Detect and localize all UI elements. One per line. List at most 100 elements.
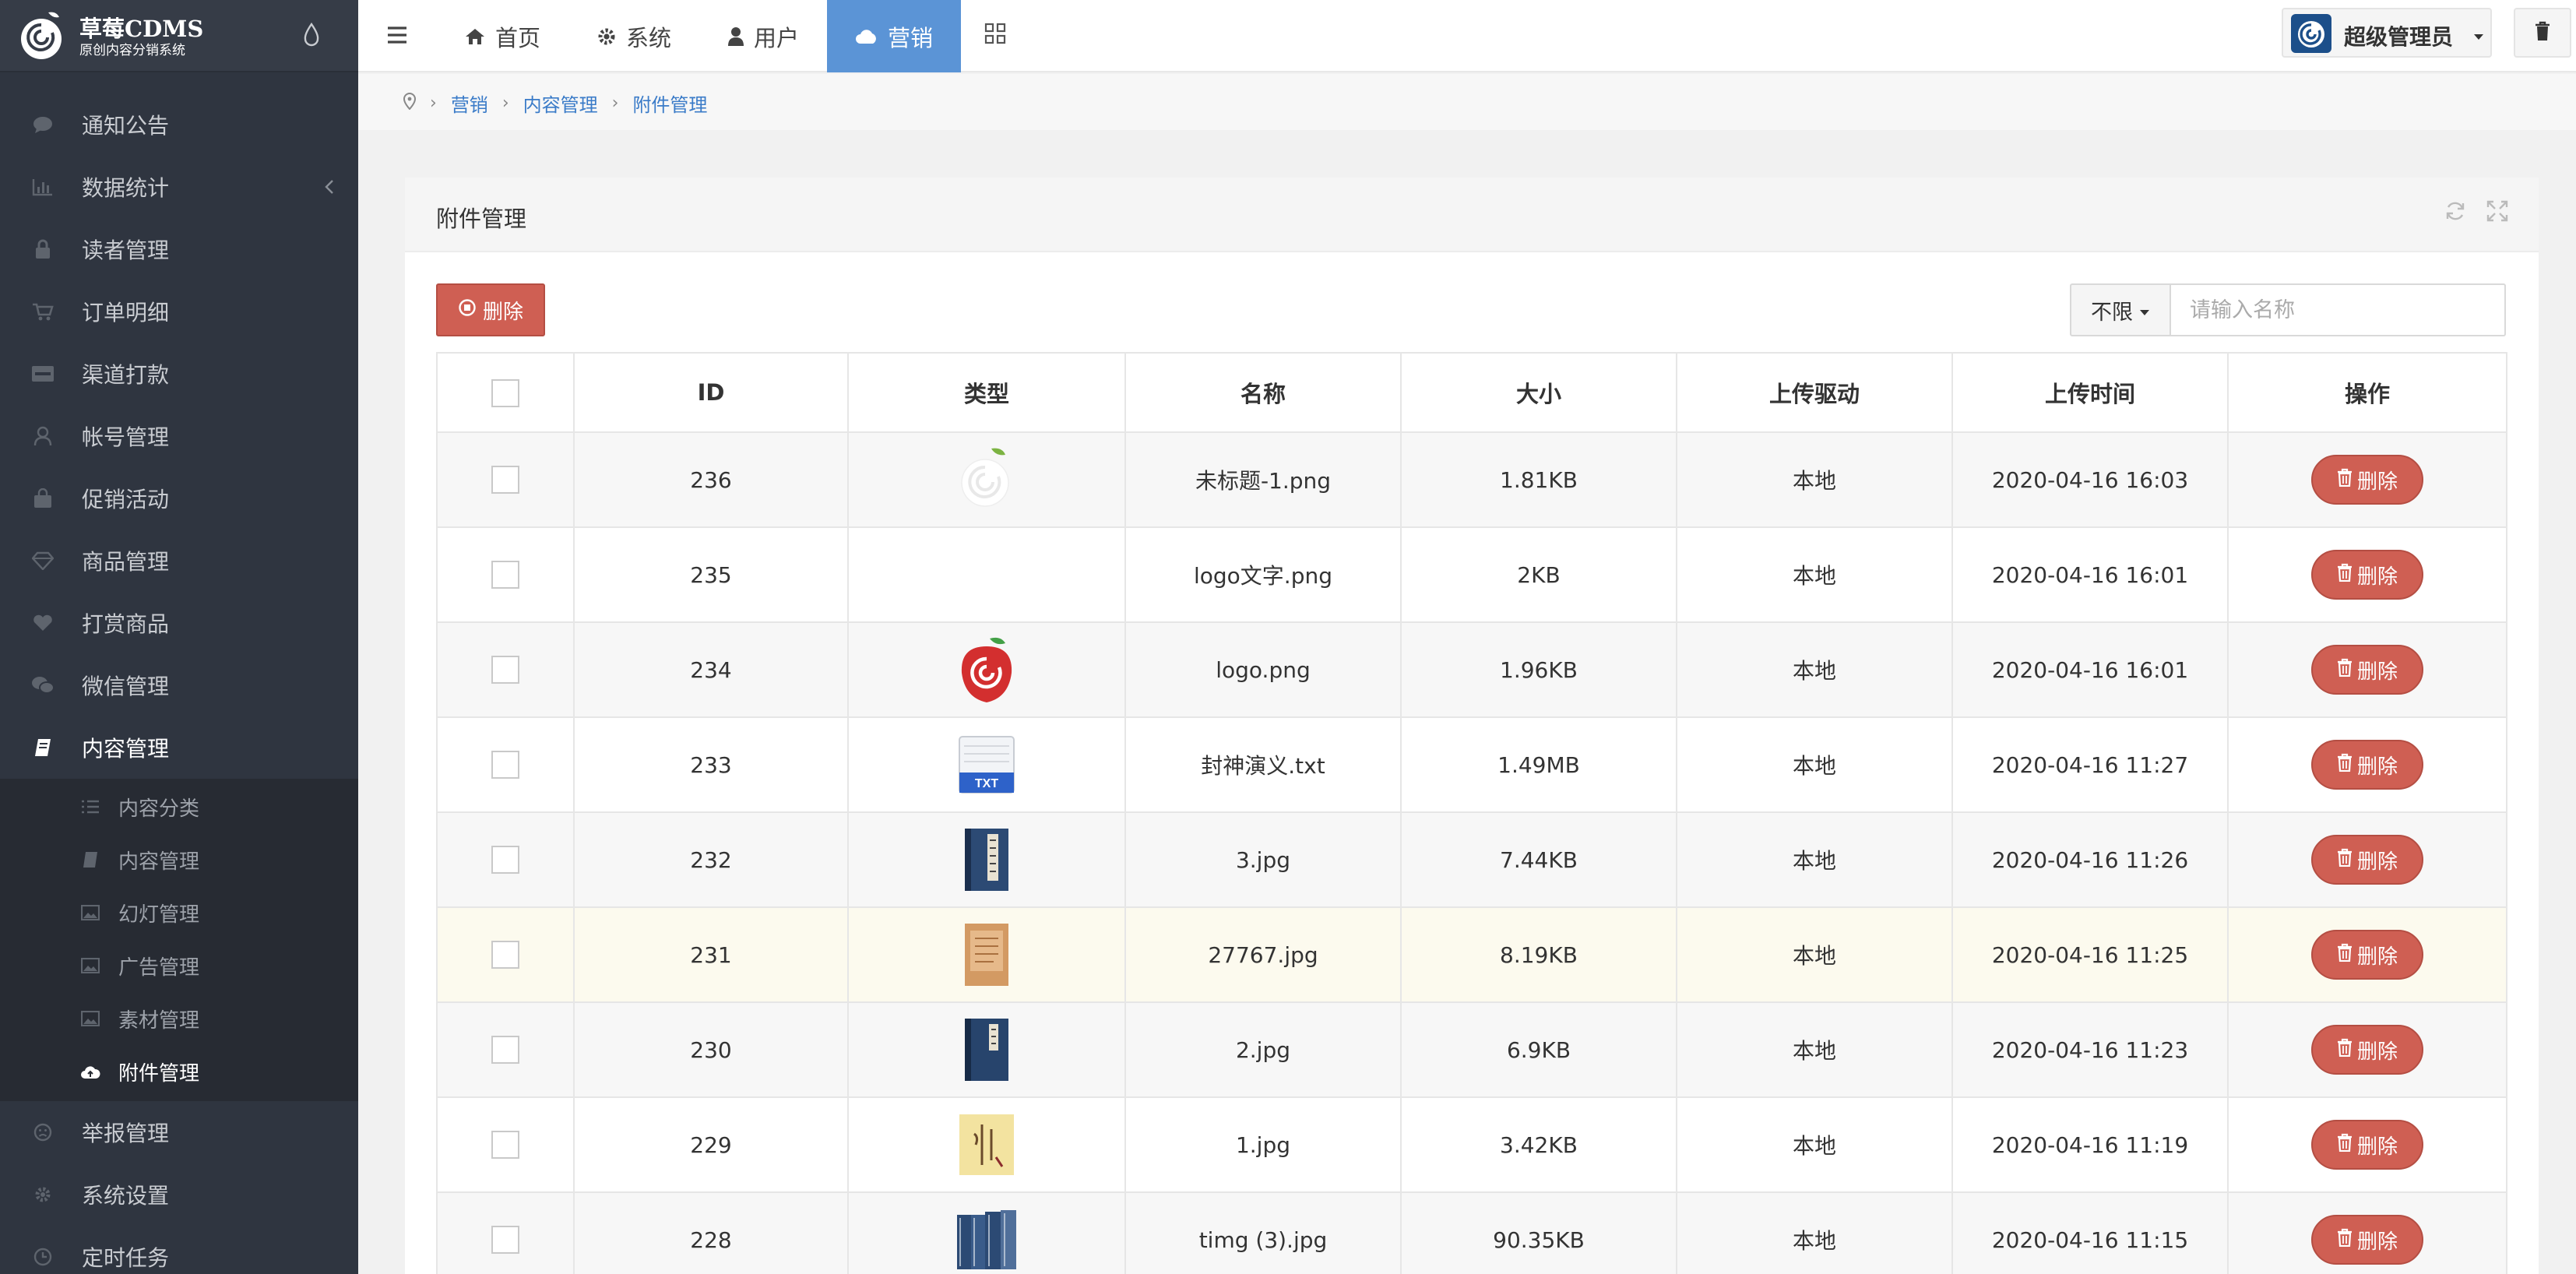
cell-id: 228 bbox=[573, 1191, 849, 1274]
cell-time: 2020-04-16 11:25 bbox=[1951, 906, 2229, 1003]
sidebar-subitem-content-manage[interactable]: 内容管理 bbox=[0, 833, 358, 886]
row-checkbox[interactable] bbox=[491, 1131, 519, 1159]
sidebar-item-wechat[interactable]: 微信管理 bbox=[0, 654, 358, 716]
user-menu-button[interactable]: 超级管理员 bbox=[2282, 8, 2492, 58]
water-drop-icon[interactable] bbox=[302, 22, 321, 48]
row-delete-button[interactable]: 删除 bbox=[2311, 1120, 2423, 1170]
row-checkbox[interactable] bbox=[491, 466, 519, 494]
breadcrumb-link-content[interactable]: 内容管理 bbox=[523, 90, 598, 117]
sidebar-item-products[interactable]: 商品管理 bbox=[0, 530, 358, 592]
trash-icon bbox=[2337, 943, 2353, 967]
clear-cache-button[interactable] bbox=[2514, 8, 2571, 58]
row-delete-button[interactable]: 删除 bbox=[2311, 1215, 2423, 1265]
column-header-action: 操作 bbox=[2227, 352, 2507, 433]
sidebar-item-tips[interactable]: 打赏商品 bbox=[0, 592, 358, 654]
sidebar-subitem-ads[interactable]: 广告管理 bbox=[0, 939, 358, 992]
sidebar-subitem-slides[interactable]: 幻灯管理 bbox=[0, 886, 358, 939]
nav-tab-marketing[interactable]: 营销 bbox=[827, 0, 962, 72]
menu-toggle-icon[interactable] bbox=[386, 25, 410, 45]
row-select-cell bbox=[436, 716, 575, 813]
sidebar-item-reports[interactable]: 举报管理 bbox=[0, 1101, 358, 1163]
cell-name: 3.jpg bbox=[1124, 811, 1402, 908]
sidebar-item-promotions[interactable]: 促销活动 bbox=[0, 467, 358, 530]
comment-icon bbox=[31, 114, 55, 135]
row-delete-label: 删除 bbox=[2356, 850, 2398, 874]
row-delete-label: 删除 bbox=[2356, 470, 2398, 494]
column-header-id: ID bbox=[573, 352, 849, 433]
row-delete-label: 删除 bbox=[2356, 1230, 2398, 1254]
sidebar-item-statistics[interactable]: 数据统计 bbox=[0, 156, 358, 218]
sidebar-subitem-content-category[interactable]: 内容分类 bbox=[0, 780, 358, 833]
row-delete-label: 删除 bbox=[2356, 1135, 2398, 1159]
fullscreen-icon[interactable] bbox=[2486, 199, 2509, 226]
refresh-icon[interactable] bbox=[2444, 199, 2467, 226]
sidebar-item-orders[interactable]: 订单明细 bbox=[0, 280, 358, 343]
cell-size: 1.49MB bbox=[1400, 716, 1677, 813]
sidebar-item-settings[interactable]: 系统设置 bbox=[0, 1163, 358, 1226]
cell-driver: 本地 bbox=[1676, 526, 1953, 623]
row-checkbox[interactable] bbox=[491, 751, 519, 779]
nav-tab-label: 首页 bbox=[495, 24, 541, 51]
filter-select[interactable]: 不限 bbox=[2070, 283, 2171, 336]
sidebar-item-accounts[interactable]: 帐号管理 bbox=[0, 405, 358, 467]
user-icon bbox=[31, 425, 55, 447]
sidebar-subitem-attachments[interactable]: 附件管理 bbox=[0, 1045, 358, 1098]
cell-driver: 本地 bbox=[1676, 1191, 1953, 1274]
cell-action: 删除 bbox=[2227, 431, 2507, 528]
row-delete-button[interactable]: 删除 bbox=[2311, 930, 2423, 980]
bulk-delete-label: 删除 bbox=[482, 300, 523, 324]
row-delete-button[interactable]: 删除 bbox=[2311, 740, 2423, 790]
row-checkbox[interactable] bbox=[491, 846, 519, 874]
sidebar-item-content[interactable]: 内容管理 bbox=[0, 716, 358, 779]
cell-time: 2020-04-16 11:15 bbox=[1951, 1191, 2229, 1274]
search-input[interactable] bbox=[2171, 283, 2506, 336]
select-all-checkbox[interactable] bbox=[491, 378, 519, 407]
book-set-thumbnail bbox=[957, 1210, 1016, 1269]
wechat-icon bbox=[31, 674, 55, 696]
row-delete-button[interactable]: 删除 bbox=[2311, 550, 2423, 600]
cell-name: 27767.jpg bbox=[1124, 906, 1402, 1003]
cell-time: 2020-04-16 16:01 bbox=[1951, 621, 2229, 718]
breadcrumb-link-attachments[interactable]: 附件管理 bbox=[632, 90, 707, 117]
cell-size: 7.44KB bbox=[1400, 811, 1677, 908]
avatar bbox=[2291, 14, 2331, 53]
txt-icon-label: TXT bbox=[975, 777, 998, 790]
home-icon bbox=[464, 27, 486, 46]
cloud-upload-icon bbox=[80, 1062, 100, 1081]
sidebar-subitem-label: 内容管理 bbox=[118, 850, 200, 874]
cell-time: 2020-04-16 11:27 bbox=[1951, 716, 2229, 813]
row-checkbox[interactable] bbox=[491, 561, 519, 589]
row-delete-button[interactable]: 删除 bbox=[2311, 645, 2423, 695]
nav-tab-home[interactable]: 首页 bbox=[436, 0, 568, 72]
visa-card-icon bbox=[31, 363, 55, 385]
breadcrumb-link-marketing[interactable]: 营销 bbox=[451, 90, 488, 117]
table-row: 230 2.jpg 6.9KB 本地 2020-04-16 11:23 删除 bbox=[436, 1001, 2507, 1098]
sidebar-item-notice[interactable]: 通知公告 bbox=[0, 93, 358, 156]
row-checkbox[interactable] bbox=[491, 656, 519, 684]
cell-type bbox=[847, 811, 1126, 908]
cell-name: 2.jpg bbox=[1124, 1001, 1402, 1098]
grid-icon bbox=[984, 23, 1006, 50]
cell-time: 2020-04-16 11:26 bbox=[1951, 811, 2229, 908]
sidebar-subitem-materials[interactable]: 素材管理 bbox=[0, 992, 358, 1045]
sidebar-item-cron[interactable]: 定时任务 bbox=[0, 1226, 358, 1274]
diamond-icon bbox=[31, 550, 55, 572]
row-delete-button[interactable]: 删除 bbox=[2311, 1025, 2423, 1075]
apps-grid-button[interactable] bbox=[961, 0, 1029, 72]
row-delete-button[interactable]: 删除 bbox=[2311, 455, 2423, 505]
row-delete-button[interactable]: 删除 bbox=[2311, 835, 2423, 885]
sidebar-item-payouts[interactable]: 渠道打款 bbox=[0, 343, 358, 405]
sidebar-item-label: 渠道打款 bbox=[82, 362, 170, 388]
nav-tab-users[interactable]: 用户 bbox=[699, 0, 827, 72]
row-checkbox[interactable] bbox=[491, 941, 519, 969]
bulk-delete-button[interactable]: 删除 bbox=[436, 283, 545, 336]
row-checkbox[interactable] bbox=[491, 1226, 519, 1254]
row-checkbox[interactable] bbox=[491, 1036, 519, 1064]
sidebar-item-readers[interactable]: 读者管理 bbox=[0, 218, 358, 280]
app-subtitle: 原创内容分销系统 bbox=[79, 43, 185, 58]
cell-size: 1.96KB bbox=[1400, 621, 1677, 718]
nav-tab-system[interactable]: 系统 bbox=[568, 0, 699, 72]
book-cover-thumbnail bbox=[959, 1114, 1014, 1175]
row-select-cell bbox=[436, 621, 575, 718]
cell-type bbox=[847, 906, 1126, 1003]
